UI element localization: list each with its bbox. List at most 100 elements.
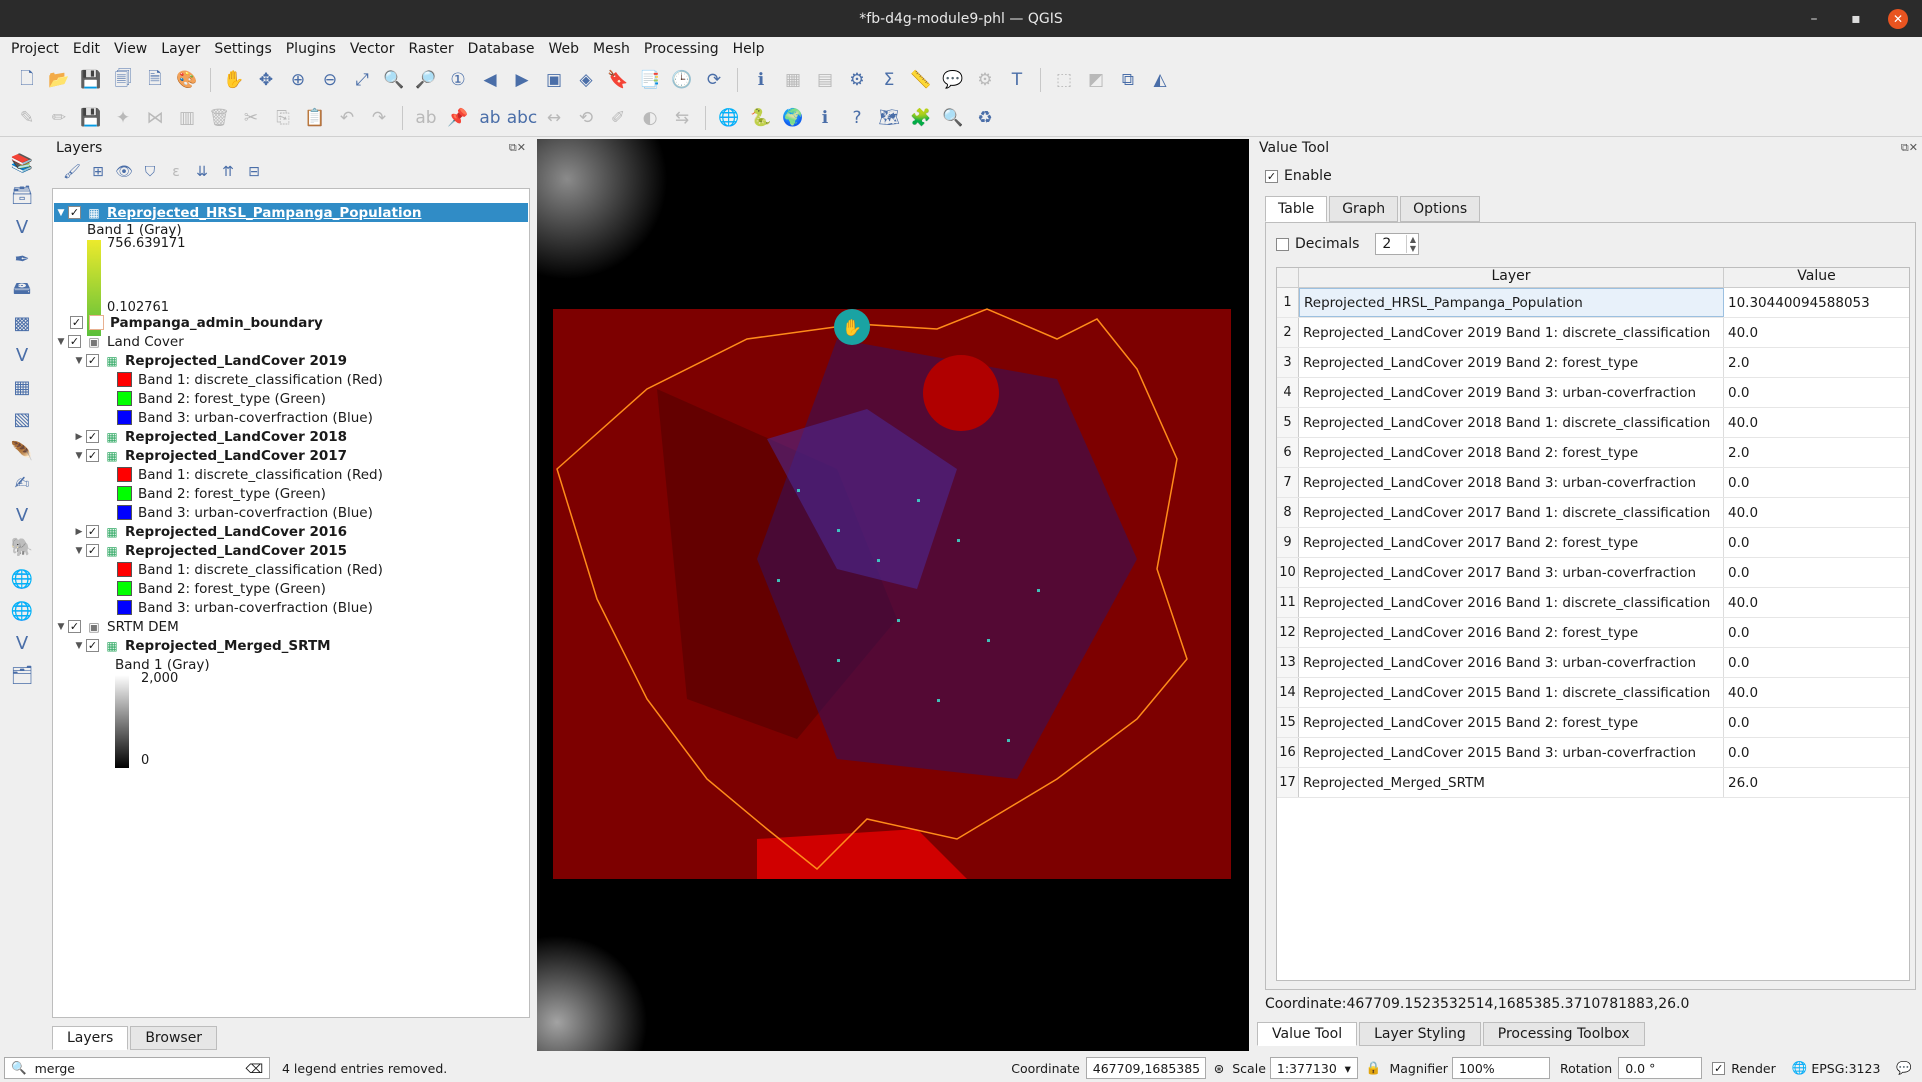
modify-attributes-icon[interactable]: ▥ xyxy=(174,105,200,131)
zoom-to-selection-icon[interactable]: 🔍 xyxy=(381,67,407,93)
menu-help[interactable]: Help xyxy=(726,41,772,57)
add-wms-layer-icon[interactable]: ▧ xyxy=(9,406,35,432)
help-icon[interactable]: ? xyxy=(844,105,870,131)
collapse-arrow-icon[interactable]: ▼ xyxy=(72,641,86,651)
plugin-reloader-icon[interactable]: ♻ xyxy=(972,105,998,131)
crs-label[interactable]: EPSG:3123 xyxy=(1811,1061,1880,1076)
table-row[interactable]: 1 Reprojected_HRSL_Pampanga_Population 10.… xyxy=(1277,288,1909,318)
value-cell[interactable]: 2.0 xyxy=(1724,348,1909,377)
table-row[interactable]: 9 Reprojected_LandCover 2017 Band 2: fore… xyxy=(1277,528,1909,558)
layer-cell[interactable]: Reprojected_LandCover 2016 Band 3: urban… xyxy=(1299,648,1724,677)
tab-browser[interactable]: Browser xyxy=(130,1026,218,1050)
add-vector-layer-icon[interactable]: V xyxy=(9,214,35,240)
lock-scale-icon[interactable]: 🔒 xyxy=(1366,1060,1382,1076)
chevron-down-icon[interactable]: ▾ xyxy=(1345,1061,1351,1076)
value-cell[interactable]: 0.0 xyxy=(1724,468,1909,497)
table-row[interactable]: 13 Reprojected_LandCover 2016 Band 3: urb… xyxy=(1277,648,1909,678)
undo-icon[interactable]: ↶ xyxy=(334,105,360,131)
value-cell[interactable]: 0.0 xyxy=(1724,378,1909,407)
value-cell[interactable]: 0.0 xyxy=(1724,618,1909,647)
new-bookmark-icon[interactable]: 🔖 xyxy=(605,67,631,93)
value-cell[interactable]: 40.0 xyxy=(1724,498,1909,527)
menu-edit[interactable]: Edit xyxy=(66,41,107,57)
new-shapefile-icon[interactable]: V xyxy=(9,342,35,368)
group-checkbox[interactable]: ✓ xyxy=(68,620,81,633)
search-input[interactable]: merge xyxy=(35,1061,246,1076)
add-wfs-layer-icon[interactable]: V xyxy=(9,502,35,528)
plugin-icon[interactable]: 🧩 xyxy=(908,105,934,131)
layer-row-lc2015[interactable]: ▼ ✓ ▦ Reprojected_LandCover 2015 xyxy=(72,541,347,560)
layer-cell[interactable]: Reprojected_HRSL_Pampanga_Population xyxy=(1299,288,1724,317)
show-bookmarks-icon[interactable]: 📑 xyxy=(637,67,663,93)
new-print-layout-icon[interactable]: 🗐 xyxy=(110,67,136,93)
value-cell[interactable]: 0.0 xyxy=(1724,528,1909,557)
table-row[interactable]: 11 Reprojected_LandCover 2016 Band 1: dis… xyxy=(1277,588,1909,618)
group-row-srtm[interactable]: ▼ ✓ ▣ SRTM DEM xyxy=(54,617,179,636)
save-project-icon[interactable]: 💾 xyxy=(78,67,104,93)
layer-cell[interactable]: Reprojected_LandCover 2016 Band 2: fores… xyxy=(1299,618,1724,647)
table-row[interactable]: 5 Reprojected_LandCover 2018 Band 1: disc… xyxy=(1277,408,1909,438)
pan-icon[interactable]: ✋ xyxy=(221,67,247,93)
locator-search-box[interactable]: 🔍 merge ⌫ xyxy=(4,1057,270,1079)
tab-layer-styling[interactable]: Layer Styling xyxy=(1359,1022,1481,1046)
value-cell[interactable]: 0.0 xyxy=(1724,738,1909,767)
table-row[interactable]: 3 Reprojected_LandCover 2019 Band 2: fore… xyxy=(1277,348,1909,378)
add-postgis-layer-icon[interactable]: 🐘 xyxy=(9,534,35,560)
layer-labeling-icon[interactable]: ab xyxy=(477,105,503,131)
identify-icon[interactable]: ℹ xyxy=(748,67,774,93)
processing-toolbox-icon[interactable]: ⚙ xyxy=(844,67,870,93)
quickmapservices-icon[interactable]: 🌐 xyxy=(716,105,742,131)
delete-selected-icon[interactable]: 🗑 xyxy=(206,105,232,131)
select-by-expression-icon[interactable]: ⧉ xyxy=(1115,67,1141,93)
add-xyz-layer-icon[interactable]: 🌐 xyxy=(9,598,35,624)
decimals-checkbox[interactable] xyxy=(1276,237,1289,251)
table-row[interactable]: 7 Reprojected_LandCover 2018 Band 3: urba… xyxy=(1277,468,1909,498)
style-icon[interactable]: 🖌 xyxy=(62,162,82,182)
table-row[interactable]: 12 Reprojected_LandCover 2016 Band 2: for… xyxy=(1277,618,1909,648)
layer-cell[interactable]: Reprojected_Merged_SRTM xyxy=(1299,768,1724,797)
tab-processing-toolbox[interactable]: Processing Toolbox xyxy=(1482,1022,1645,1046)
expand-all-icon[interactable]: ⇊ xyxy=(192,162,212,182)
move-label-icon[interactable]: ↔ xyxy=(541,105,567,131)
value-tool-icon[interactable]: 🔍 xyxy=(940,105,966,131)
layer-row-srtm[interactable]: ▼ ✓ ▦ Reprojected_Merged_SRTM xyxy=(72,636,331,655)
text-annotation-icon[interactable]: T xyxy=(1004,67,1030,93)
add-group-icon[interactable]: ⊞ xyxy=(88,162,108,182)
cut-features-icon[interactable]: ✂ xyxy=(238,105,264,131)
zoom-last-icon[interactable]: ◀ xyxy=(477,67,503,93)
group-checkbox[interactable]: ✓ xyxy=(68,335,81,348)
group-row-landcover[interactable]: ▼ ✓ ▣ Land Cover xyxy=(54,332,184,351)
python-console-icon[interactable]: 🐍 xyxy=(748,105,774,131)
collapse-arrow-icon[interactable]: ▼ xyxy=(54,208,68,218)
layer-checkbox[interactable]: ✓ xyxy=(86,525,99,538)
open-field-calculator-icon[interactable]: ▤ xyxy=(812,67,838,93)
georeferencer-icon[interactable]: 🗺 xyxy=(876,105,902,131)
save-edits-icon[interactable]: 💾 xyxy=(78,105,104,131)
filter-icon[interactable]: ⛉ xyxy=(140,162,160,182)
layer-checkbox[interactable]: ✓ xyxy=(86,544,99,557)
menu-raster[interactable]: Raster xyxy=(402,41,461,57)
expand-arrow-icon[interactable]: ▶ xyxy=(72,527,86,537)
temporal-controller-icon[interactable]: 🕒 xyxy=(669,67,695,93)
zoom-to-layer-icon[interactable]: 🔎 xyxy=(413,67,439,93)
menu-processing[interactable]: Processing xyxy=(637,41,726,57)
panel-float-close-icon[interactable]: ⧉✕ xyxy=(509,141,526,155)
expand-arrow-icon[interactable]: ▶ xyxy=(72,432,86,442)
crs-globe-icon[interactable]: 🌐 xyxy=(1792,1060,1808,1076)
table-row[interactable]: 17 Reprojected_Merged_SRTM 26.0 xyxy=(1277,768,1909,798)
minimize-icon[interactable]: – xyxy=(1804,9,1824,29)
zoom-in-icon[interactable]: ⊕ xyxy=(285,67,311,93)
add-mesh-layer-icon[interactable]: ▩ xyxy=(9,310,35,336)
menu-layer[interactable]: Layer xyxy=(154,41,207,57)
decimals-spinbox[interactable]: 2 ▲ ▼ xyxy=(1375,233,1420,255)
menu-project[interactable]: Project xyxy=(4,41,66,57)
layer-cell[interactable]: Reprojected_LandCover 2019 Band 3: urban… xyxy=(1299,378,1724,407)
layer-checkbox[interactable]: ✓ xyxy=(70,316,83,329)
menu-plugins[interactable]: Plugins xyxy=(279,41,343,57)
menu-mesh[interactable]: Mesh xyxy=(586,41,637,57)
new-project-icon[interactable]: 🗋 xyxy=(14,67,40,93)
add-delimited-text-icon[interactable]: ✒ xyxy=(9,246,35,272)
spin-arrows-icon[interactable]: ▲ ▼ xyxy=(1406,235,1418,253)
table-row[interactable]: 2 Reprojected_LandCover 2019 Band 1: disc… xyxy=(1277,318,1909,348)
panel-float-close-icon[interactable]: ⧉✕ xyxy=(1901,141,1918,155)
